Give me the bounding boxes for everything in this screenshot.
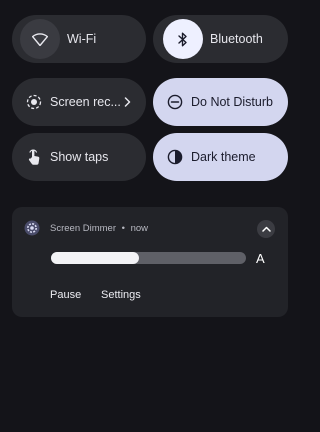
wifi-label: Wi-Fi [67,32,97,46]
dim-level-fill [51,252,139,264]
dark-theme-label: Dark theme [191,150,256,164]
notification-time: now [130,223,149,234]
dim-level-slider[interactable] [51,252,246,264]
show-taps-tile[interactable]: Show taps [12,133,146,181]
bluetooth-label: Bluetooth [210,32,263,46]
notification-header: Screen Dimmer • now [50,223,148,234]
chevron-up-icon [261,226,271,232]
bluetooth-icon-container [163,19,203,59]
bluetooth-tile[interactable]: Bluetooth [153,15,288,63]
pause-button[interactable]: Pause [50,289,81,301]
screen-record-label: Screen rec... [50,95,121,109]
screen-dimmer-notification[interactable]: Screen Dimmer • now A Pause Settings [12,207,288,317]
gear-icon [24,220,40,236]
settings-button[interactable]: Settings [101,289,141,301]
dark-theme-icon [165,147,185,167]
show-taps-label: Show taps [50,150,109,164]
touch-icon [24,147,44,167]
chevron-right-icon[interactable] [120,94,134,110]
bluetooth-icon [178,32,188,47]
header-separator: • [121,223,125,234]
wifi-icon [32,32,48,46]
notification-shade: Wi-Fi Bluetooth Screen rec... Do Not Dis… [0,0,300,432]
screen-record-icon [24,92,44,112]
wifi-tile[interactable]: Wi-Fi [12,15,146,63]
do-not-disturb-label: Do Not Disturb [191,95,273,109]
collapse-button[interactable] [257,220,275,238]
notification-app-name: Screen Dimmer [50,223,116,234]
wifi-icon-container [20,19,60,59]
do-not-disturb-icon [165,92,185,112]
screen-record-tile[interactable]: Screen rec... [12,78,146,126]
do-not-disturb-tile[interactable]: Do Not Disturb [153,78,288,126]
dark-theme-tile[interactable]: Dark theme [153,133,288,181]
auto-button[interactable]: A [256,251,265,266]
